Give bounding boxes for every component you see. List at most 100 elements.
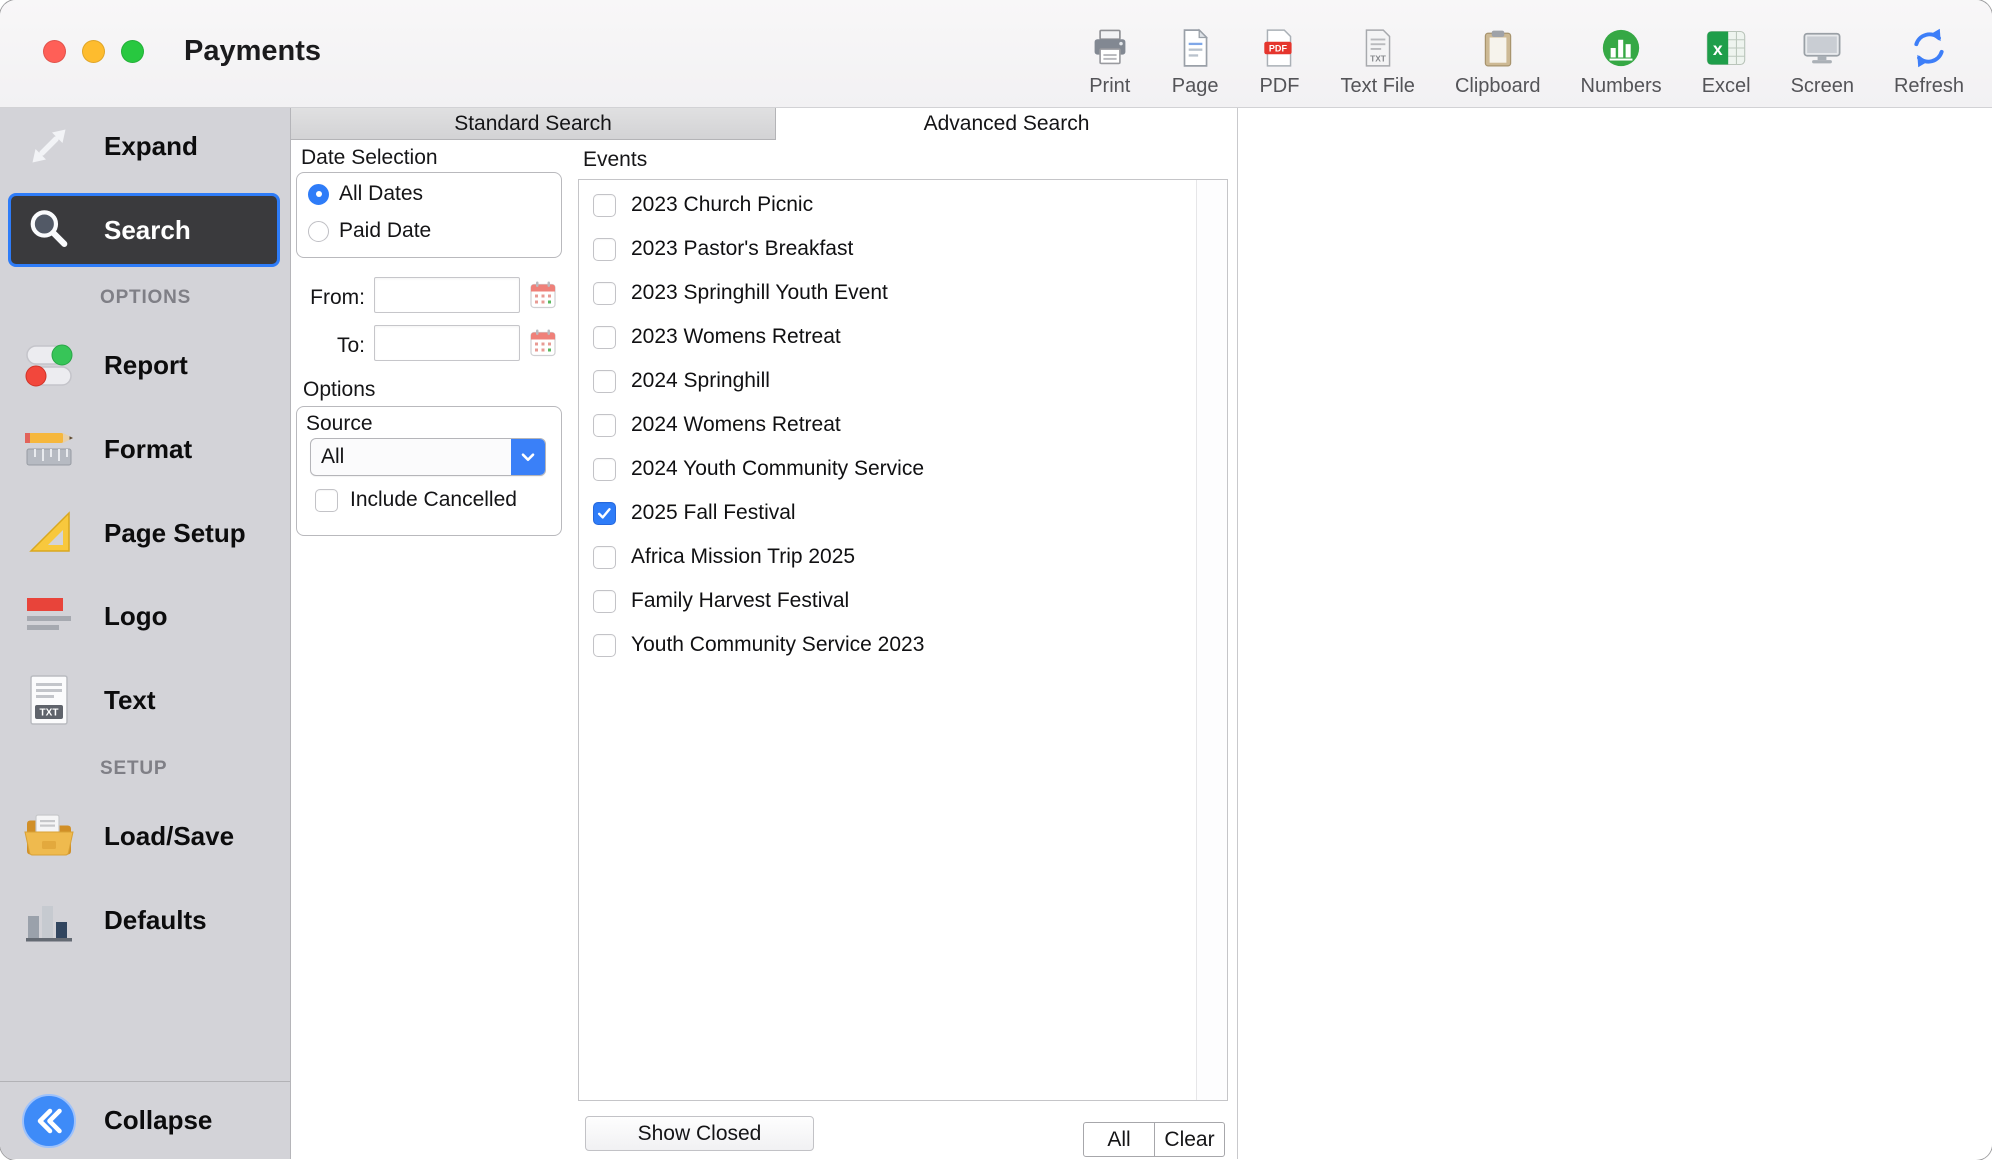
date-radio-group: All Dates Paid Date (296, 172, 562, 258)
toolbar-button-label: PDF (1259, 75, 1299, 98)
source-dropdown[interactable]: All (310, 438, 546, 476)
sidebar-item-text[interactable]: TXTText (0, 662, 290, 738)
close-button[interactable] (43, 40, 66, 63)
event-row-2023-springhill-youth-event[interactable]: 2023 Springhill Youth Event (579, 271, 1227, 315)
page-icon (1174, 22, 1216, 74)
event-label: 2023 Pastor's Breakfast (631, 237, 853, 261)
search-icon (18, 199, 80, 261)
toolbar-button-screen[interactable]: Screen (1791, 22, 1854, 98)
text-file-icon: TXT (1357, 22, 1399, 74)
sidebar-item-defaults[interactable]: Defaults (0, 882, 290, 958)
checkbox (593, 414, 616, 437)
sidebar-item-search[interactable]: Search (8, 193, 280, 267)
sidebar-item-load-save[interactable]: Load/Save (0, 798, 290, 874)
sidebar-item-page-setup[interactable]: Page Setup (0, 495, 290, 571)
chevron-down-icon (511, 439, 545, 475)
tab-bar: Standard SearchAdvanced Search (291, 108, 1237, 140)
clipboard-icon (1477, 22, 1519, 74)
calendar-icon[interactable] (529, 328, 557, 358)
checkbox (593, 502, 616, 525)
event-row-2023-church-picnic[interactable]: 2023 Church Picnic (579, 183, 1227, 227)
search-area: Standard SearchAdvanced Search Date Sele… (291, 108, 1238, 1159)
sidebar-item-collapse[interactable]: Collapse (0, 1081, 290, 1159)
sidebar-item-format[interactable]: Format (0, 411, 290, 487)
event-row-2023-womens-retreat[interactable]: 2023 Womens Retreat (579, 315, 1227, 359)
minimize-button[interactable] (82, 40, 105, 63)
expand-icon (18, 115, 80, 177)
refresh-icon (1907, 22, 1951, 74)
sidebar-item-label: Load/Save (104, 821, 234, 852)
events-list: 2023 Church Picnic 2023 Pastor's Breakfas… (578, 179, 1228, 1101)
svg-text:x: x (1713, 39, 1723, 59)
date-selection-title: Date Selection (301, 146, 438, 170)
checkbox (593, 194, 616, 217)
clear-selection-button[interactable]: Clear (1154, 1123, 1224, 1156)
event-label: 2023 Church Picnic (631, 193, 813, 217)
tab-advanced-search[interactable]: Advanced Search (776, 108, 1237, 140)
event-row-family-harvest-festival[interactable]: Family Harvest Festival (579, 579, 1227, 623)
event-row-africa-mission-trip-2025[interactable]: Africa Mission Trip 2025 (579, 535, 1227, 579)
toolbar-button-label: Excel (1702, 75, 1751, 98)
event-row-2024-womens-retreat[interactable]: 2024 Womens Retreat (579, 403, 1227, 447)
to-date-input[interactable] (374, 325, 520, 361)
sidebar-item-logo[interactable]: Logo (0, 578, 290, 654)
scrollbar[interactable] (1196, 180, 1227, 1100)
sidebar: ExpandSearchOPTIONSReportFormatPage Setu… (0, 108, 291, 1159)
source-dropdown-value: All (311, 439, 511, 475)
event-label: 2024 Springhill (631, 369, 770, 393)
toolbar-button-page[interactable]: Page (1172, 22, 1219, 98)
sidebar-item-label: Defaults (104, 905, 207, 936)
checkbox (593, 458, 616, 481)
pencil-ruler-icon (18, 418, 80, 480)
checkbox (593, 238, 616, 261)
event-row-2023-pastor-s-breakfast[interactable]: 2023 Pastor's Breakfast (579, 227, 1227, 271)
toolbar-button-label: Print (1089, 75, 1130, 98)
radio-paid-date[interactable]: Paid Date (308, 216, 561, 246)
event-row-2024-youth-community-service[interactable]: 2024 Youth Community Service (579, 447, 1227, 491)
checkbox (593, 326, 616, 349)
toolbar-button-print[interactable]: Print (1088, 22, 1132, 98)
numbers-icon (1599, 22, 1643, 74)
event-label: 2023 Springhill Youth Event (631, 281, 888, 305)
checkbox (593, 634, 616, 657)
event-label: 2023 Womens Retreat (631, 325, 841, 349)
folder-icon (18, 805, 80, 867)
sidebar-item-report[interactable]: Report (0, 327, 290, 403)
toolbar-button-refresh[interactable]: Refresh (1894, 22, 1964, 98)
calendar-icon[interactable] (529, 280, 557, 310)
show-closed-button[interactable]: Show Closed (585, 1116, 814, 1151)
toolbar-button-pdf[interactable]: PDF PDF (1258, 22, 1300, 98)
toolbar-button-numbers[interactable]: Numbers (1581, 22, 1662, 98)
sidebar-items: ExpandSearchOPTIONSReportFormatPage Setu… (0, 108, 290, 1080)
toolbar-button-clipboard[interactable]: Clipboard (1455, 22, 1541, 98)
collapse-icon (18, 1090, 80, 1152)
event-row-youth-community-service-2023[interactable]: Youth Community Service 2023 (579, 623, 1227, 667)
excel-icon: x (1704, 22, 1748, 74)
options-box: Source All Include Cancelled (296, 406, 562, 536)
tab-standard-search[interactable]: Standard Search (291, 108, 776, 140)
include-cancelled-row[interactable]: Include Cancelled (315, 482, 517, 518)
sidebar-item-label: Collapse (104, 1105, 212, 1136)
svg-text:PDF: PDF (1269, 43, 1288, 53)
traffic-lights (43, 40, 144, 63)
from-label: From: (291, 286, 365, 310)
selection-buttons: All Clear (1083, 1122, 1225, 1157)
zoom-button[interactable] (121, 40, 144, 63)
event-label: Family Harvest Festival (631, 589, 849, 613)
set-square-icon (18, 502, 80, 564)
svg-text:TXT: TXT (40, 708, 59, 719)
logo-icon (18, 585, 80, 647)
titlebar: Payments PrintPagePDFPDFTXTText FileClip… (0, 0, 1992, 108)
event-row-2025-fall-festival[interactable]: 2025 Fall Festival (579, 491, 1227, 535)
from-date-input[interactable] (374, 277, 520, 313)
select-all-button[interactable]: All (1084, 1123, 1154, 1156)
radio-label: Paid Date (339, 219, 431, 243)
toolbar-button-excel[interactable]: x Excel (1702, 22, 1751, 98)
checkbox (593, 590, 616, 613)
toolbar-button-text-file[interactable]: TXTText File (1340, 22, 1414, 98)
radio-all-dates[interactable]: All Dates (308, 179, 561, 209)
event-row-2024-springhill[interactable]: 2024 Springhill (579, 359, 1227, 403)
events-title: Events (583, 148, 647, 172)
sidebar-item-expand[interactable]: Expand (0, 108, 290, 184)
toolbar-button-label: Text File (1340, 75, 1414, 98)
